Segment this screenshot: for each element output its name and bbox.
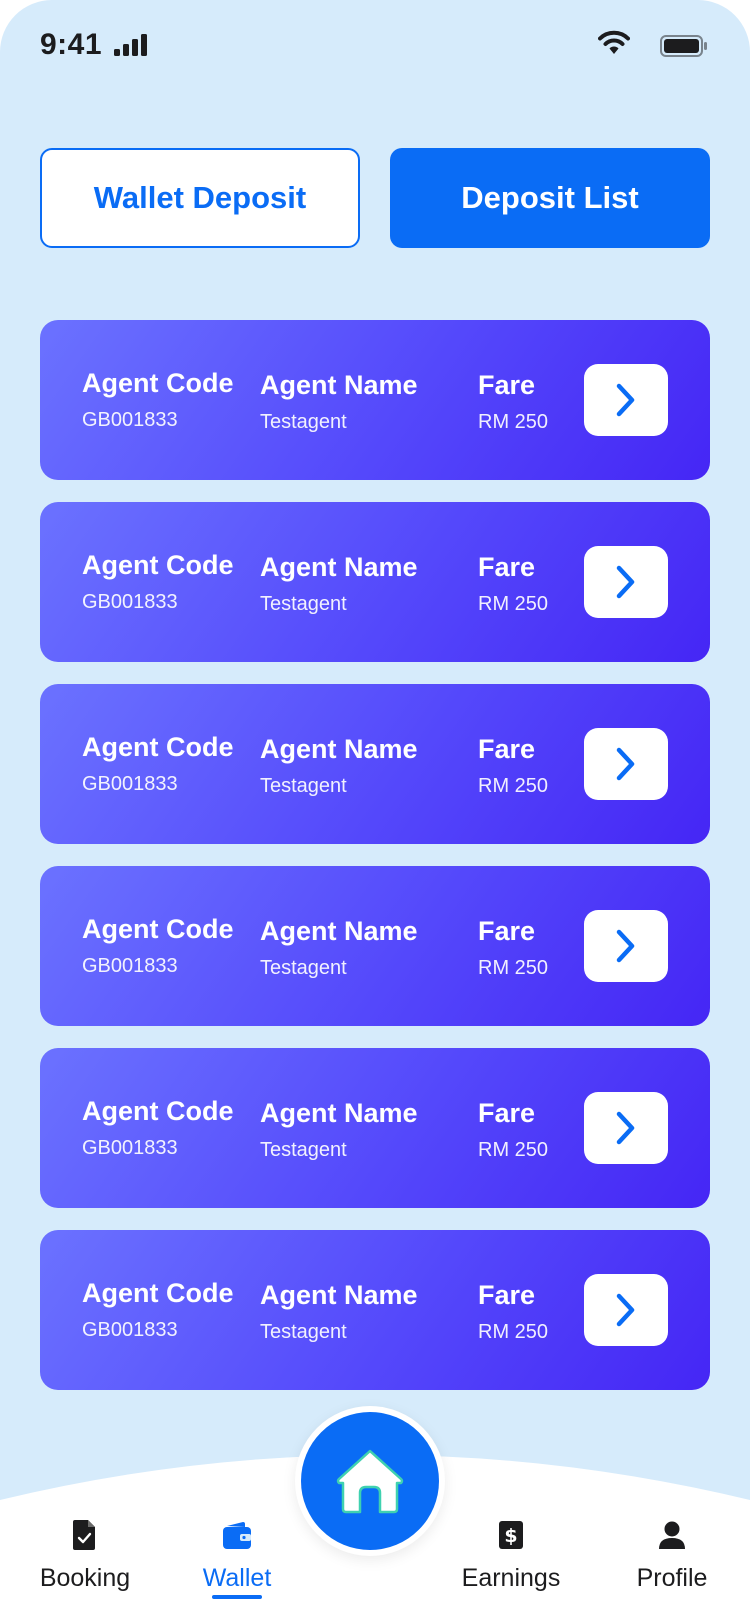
deposit-card: Agent Code GB001833 Agent Name Testagent… xyxy=(40,866,710,1026)
deposit-card: Agent Code GB001833 Agent Name Testagent… xyxy=(40,684,710,844)
fare-label: Fare xyxy=(478,916,536,946)
agent-name-label: Agent Name xyxy=(260,1280,418,1310)
agent-code-column: Agent Code GB001833 xyxy=(82,732,234,796)
agent-name-value: Testagent xyxy=(260,411,347,433)
agent-name-label: Agent Name xyxy=(260,1098,418,1128)
fare-value: RM 250 xyxy=(478,1321,549,1343)
fare-label: Fare xyxy=(478,1280,536,1310)
agent-name-column: Agent Name Testagent xyxy=(260,1280,418,1344)
profile-icon xyxy=(659,1518,685,1552)
fare-column: Fare RM 250 xyxy=(478,1098,548,1162)
agent-code-value: GB001833 xyxy=(82,1137,178,1159)
agent-name-label: Agent Name xyxy=(260,734,418,764)
nav-earnings[interactable]: $ Earnings xyxy=(436,1518,586,1593)
chevron-right-icon xyxy=(616,747,635,781)
fare-value: RM 250 xyxy=(478,1139,549,1161)
fare-column: Fare RM 250 xyxy=(478,1280,548,1344)
nav-booking-label: Booking xyxy=(39,1564,131,1592)
open-deposit-button[interactable] xyxy=(584,1092,668,1164)
agent-name-label: Agent Name xyxy=(260,370,418,400)
fare-label: Fare xyxy=(478,1098,536,1128)
agent-code-label: Agent Code xyxy=(82,550,234,580)
agent-code-label: Agent Code xyxy=(82,1278,234,1308)
agent-code-column: Agent Code GB001833 xyxy=(82,550,234,614)
fare-label: Fare xyxy=(478,370,536,400)
deposit-card: Agent Code GB001833 Agent Name Testagent… xyxy=(40,1230,710,1390)
nav-wallet[interactable]: Wallet xyxy=(162,1518,312,1593)
fare-column: Fare RM 250 xyxy=(478,370,548,434)
agent-code-value: GB001833 xyxy=(82,1319,178,1341)
agent-name-value: Testagent xyxy=(260,775,347,797)
nav-profile-label: Profile xyxy=(636,1564,708,1592)
agent-name-column: Agent Name Testagent xyxy=(260,552,418,616)
wallet-icon xyxy=(223,1518,251,1552)
agent-name-value: Testagent xyxy=(260,593,347,615)
fare-value: RM 250 xyxy=(478,957,549,979)
fare-column: Fare RM 250 xyxy=(478,552,548,616)
agent-name-value: Testagent xyxy=(260,957,347,979)
deposit-card: Agent Code GB001833 Agent Name Testagent… xyxy=(40,1048,710,1208)
open-deposit-button[interactable] xyxy=(584,910,668,982)
agent-code-column: Agent Code GB001833 xyxy=(82,1278,234,1342)
agent-name-value: Testagent xyxy=(260,1139,347,1161)
deposit-list: Agent Code GB001833 Agent Name Testagent… xyxy=(40,320,710,1412)
home-icon xyxy=(336,1449,404,1514)
active-tab-indicator xyxy=(212,1595,262,1599)
svg-text:$: $ xyxy=(504,1525,517,1547)
chevron-right-icon xyxy=(616,383,635,417)
open-deposit-button[interactable] xyxy=(584,1274,668,1346)
agent-name-label: Agent Name xyxy=(260,552,418,582)
fare-column: Fare RM 250 xyxy=(478,734,548,798)
deposit-card: Agent Code GB001833 Agent Name Testagent… xyxy=(40,320,710,480)
agent-name-label: Agent Name xyxy=(260,916,418,946)
agent-code-label: Agent Code xyxy=(82,732,234,762)
chevron-right-icon xyxy=(616,565,635,599)
agent-code-value: GB001833 xyxy=(82,409,178,431)
open-deposit-button[interactable] xyxy=(584,364,668,436)
agent-name-column: Agent Name Testagent xyxy=(260,916,418,980)
fare-value: RM 250 xyxy=(478,411,549,433)
agent-code-label: Agent Code xyxy=(82,368,234,398)
home-button[interactable] xyxy=(301,1412,439,1550)
deposit-card: Agent Code GB001833 Agent Name Testagent… xyxy=(40,502,710,662)
fare-value: RM 250 xyxy=(478,593,549,615)
agent-code-column: Agent Code GB001833 xyxy=(82,914,234,978)
nav-wallet-label: Wallet xyxy=(202,1564,272,1592)
fare-label: Fare xyxy=(478,734,536,764)
open-deposit-button[interactable] xyxy=(584,728,668,800)
agent-name-value: Testagent xyxy=(260,1321,347,1343)
status-bar: 9:41 xyxy=(0,0,750,95)
fare-label: Fare xyxy=(478,552,536,582)
wallet-screen: 9:41 Wallet Deposit Deposit List Agent C… xyxy=(0,0,750,1624)
nav-profile[interactable]: Profile xyxy=(597,1518,747,1593)
agent-name-column: Agent Name Testagent xyxy=(260,734,418,798)
agent-name-column: Agent Name Testagent xyxy=(260,370,418,434)
status-time: 9:41 xyxy=(40,28,103,61)
nav-earnings-label: Earnings xyxy=(461,1564,561,1592)
agent-code-value: GB001833 xyxy=(82,955,178,977)
chevron-right-icon xyxy=(616,1293,635,1327)
open-deposit-button[interactable] xyxy=(584,546,668,618)
agent-code-column: Agent Code GB001833 xyxy=(82,1096,234,1160)
agent-code-column: Agent Code GB001833 xyxy=(82,368,234,432)
agent-code-value: GB001833 xyxy=(82,591,178,613)
agent-code-value: GB001833 xyxy=(82,773,178,795)
chevron-right-icon xyxy=(616,929,635,963)
tab-wallet-deposit[interactable]: Wallet Deposit xyxy=(40,148,360,248)
battery-icon xyxy=(660,35,707,57)
tab-deposit-list[interactable]: Deposit List xyxy=(390,148,710,248)
fare-value: RM 250 xyxy=(478,775,549,797)
nav-booking[interactable]: Booking xyxy=(10,1518,160,1593)
signal-icon xyxy=(114,34,147,56)
chevron-right-icon xyxy=(616,1111,635,1145)
agent-code-label: Agent Code xyxy=(82,1096,234,1126)
booking-icon xyxy=(73,1518,97,1552)
agent-name-column: Agent Name Testagent xyxy=(260,1098,418,1162)
agent-code-label: Agent Code xyxy=(82,914,234,944)
fare-column: Fare RM 250 xyxy=(478,916,548,980)
earnings-icon: $ xyxy=(499,1518,523,1552)
wifi-icon xyxy=(598,30,630,54)
